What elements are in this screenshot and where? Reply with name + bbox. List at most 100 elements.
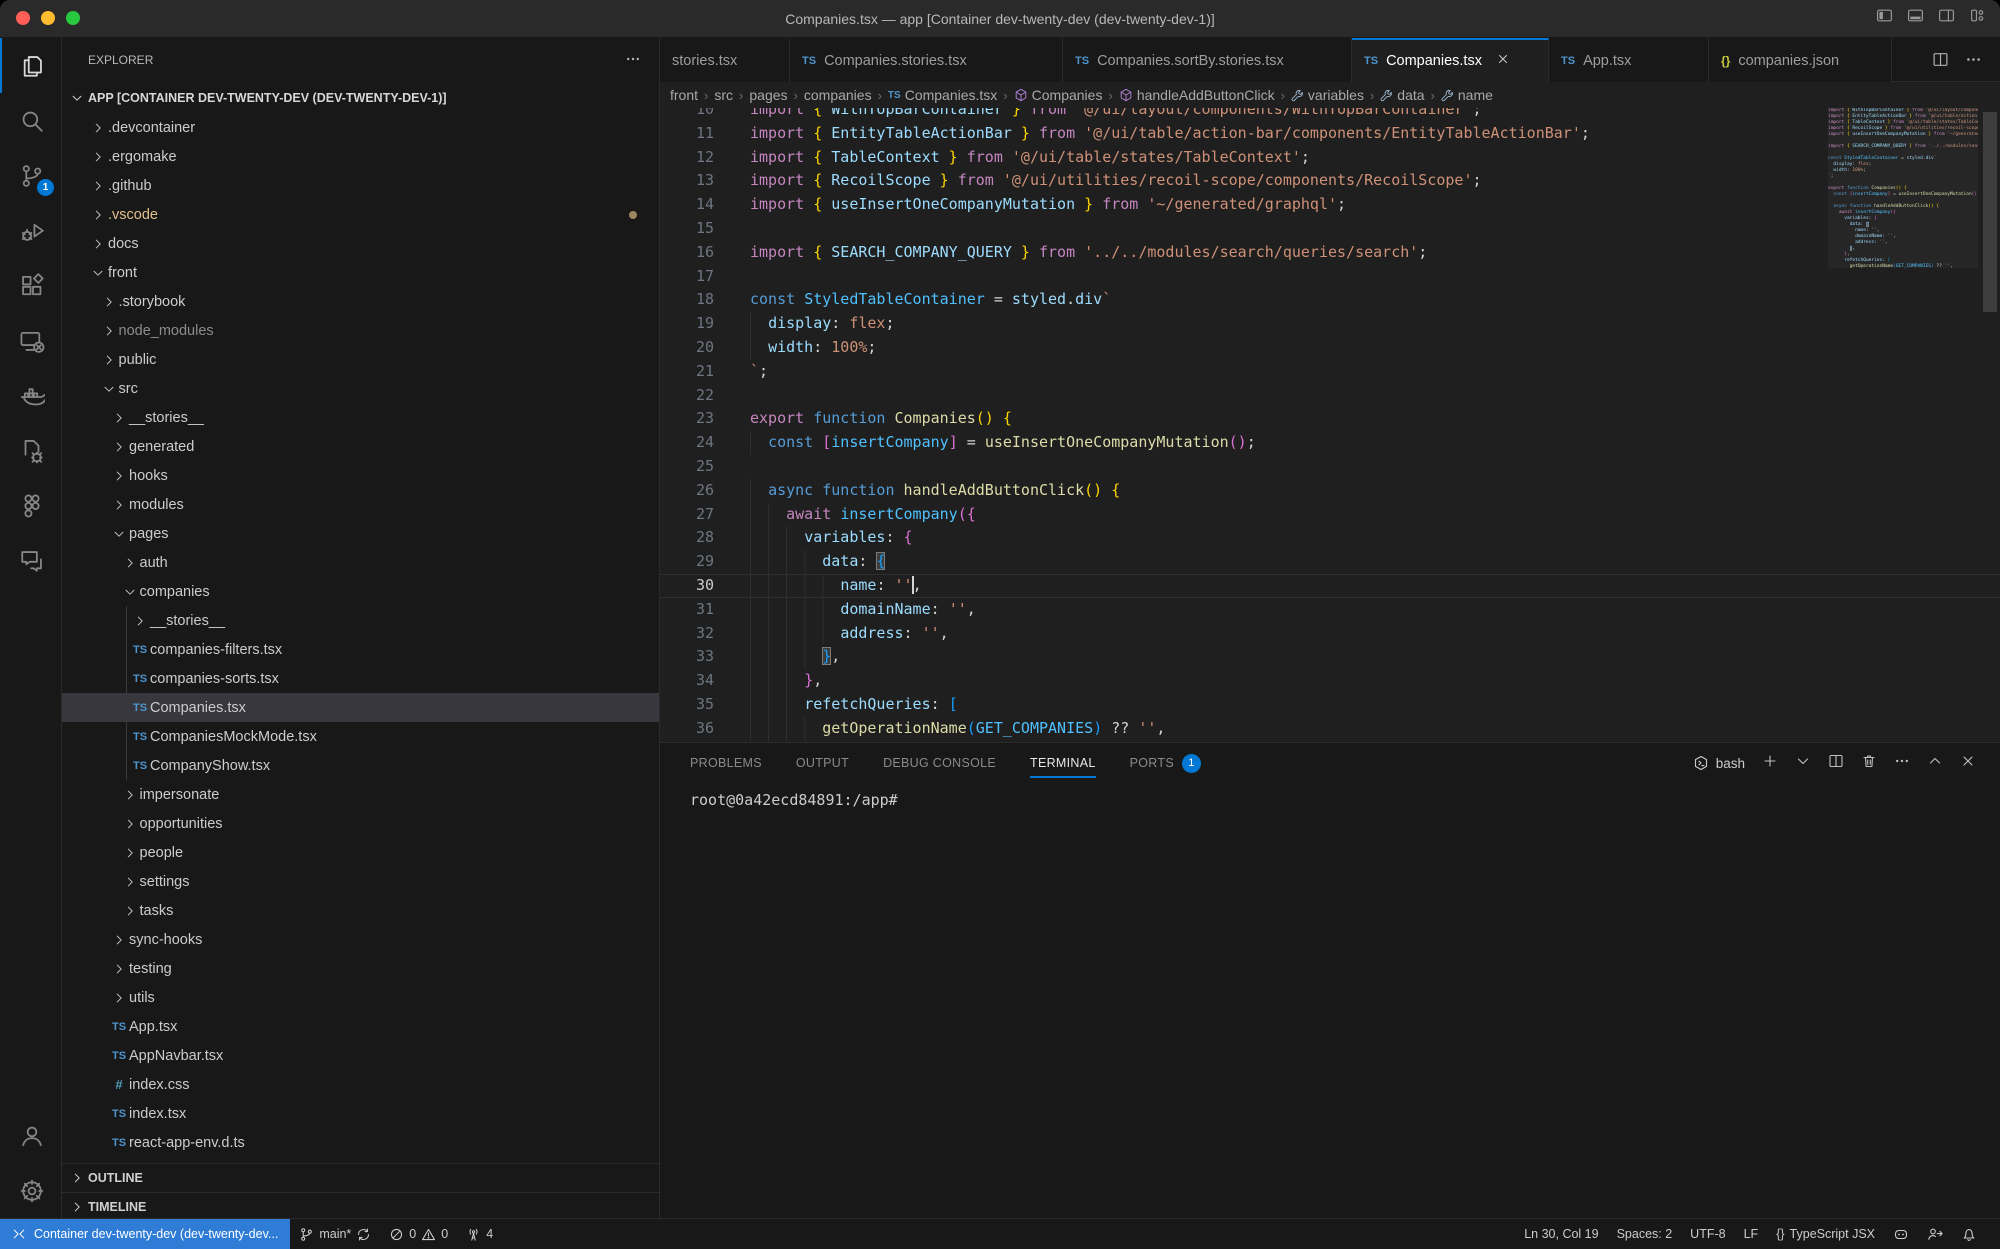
- panel-action-close-panel[interactable]: [1960, 753, 1976, 774]
- breadcrumb-item-pages[interactable]: ›pages: [737, 87, 788, 103]
- activity-docker[interactable]: [0, 368, 62, 423]
- status-cursor-position[interactable]: Ln 30, Col 19: [1515, 1219, 1607, 1249]
- status-eol[interactable]: LF: [1735, 1219, 1768, 1249]
- tree-item-sync-hooks[interactable]: sync-hooks: [62, 925, 659, 954]
- panel-tab-output[interactable]: OUTPUT: [796, 743, 849, 783]
- breadcrumb-item-src[interactable]: ›src: [702, 87, 733, 103]
- status-language-mode[interactable]: {}TypeScript JSX: [1767, 1219, 1884, 1249]
- activity-search[interactable]: [0, 93, 62, 148]
- activity-source-control[interactable]: 1: [0, 148, 62, 203]
- activity-settings[interactable]: [0, 1163, 62, 1218]
- activity-container-config[interactable]: [0, 423, 62, 478]
- tab-Companies.sortBy.stories.tsx[interactable]: TSCompanies.sortBy.stories.tsx: [1063, 38, 1352, 82]
- breadcrumb-item-data[interactable]: ›data: [1368, 87, 1425, 103]
- tree-item-pages[interactable]: pages: [62, 519, 659, 548]
- tab-Companies.stories.tsx[interactable]: TSCompanies.stories.tsx: [790, 38, 1063, 82]
- tree-item-impersonate[interactable]: impersonate: [62, 780, 659, 809]
- layout-customize-icon[interactable]: [1969, 7, 1986, 24]
- breadcrumb-item-name[interactable]: ›name: [1429, 87, 1493, 103]
- tree-item-react-app-env.d.ts[interactable]: TSreact-app-env.d.ts: [62, 1128, 659, 1157]
- tree-item-hooks[interactable]: hooks: [62, 461, 659, 490]
- status-copilot[interactable]: [1884, 1219, 1918, 1249]
- tree-item-__stories__[interactable]: __stories__: [62, 606, 659, 635]
- tab-stories.tsx[interactable]: stories.tsx: [660, 38, 790, 82]
- tree-item-modules[interactable]: modules: [62, 490, 659, 519]
- activity-comments[interactable]: [0, 533, 62, 588]
- tree-item-companies-sorts.tsx[interactable]: TScompanies-sorts.tsx: [62, 664, 659, 693]
- tree-item-opportunities[interactable]: opportunities: [62, 809, 659, 838]
- editor-scrollbar[interactable]: [1980, 108, 2000, 742]
- panel-action-kill-terminal[interactable]: [1861, 753, 1877, 774]
- status-encoding[interactable]: UTF-8: [1681, 1219, 1734, 1249]
- panel-action-more-actions[interactable]: [1894, 753, 1910, 774]
- code-editor[interactable]: 10import { WithTopBarContainer } from '@…: [660, 108, 2000, 742]
- remote-indicator[interactable]: Container dev-twenty-dev (dev-twenty-dev…: [0, 1219, 290, 1249]
- breadcrumb-item-variables[interactable]: ›variables: [1279, 87, 1364, 103]
- status-indentation[interactable]: Spaces: 2: [1608, 1219, 1682, 1249]
- tree-item-index.css[interactable]: #index.css: [62, 1070, 659, 1099]
- minimap[interactable]: import { WithTopBarContainer } from '@/u…: [1828, 108, 1978, 742]
- tree-item-utils[interactable]: utils: [62, 983, 659, 1012]
- tree-item-.github[interactable]: .github: [62, 171, 659, 200]
- layout-sidebar-left-icon[interactable]: [1876, 7, 1893, 24]
- panel-action-maximize-panel[interactable]: [1927, 753, 1943, 774]
- panel-tab-terminal[interactable]: TERMINAL: [1030, 743, 1096, 783]
- terminal-content[interactable]: root@0a42ecd84891:/app#: [690, 791, 898, 809]
- tree-item-index.tsx[interactable]: TSindex.tsx: [62, 1099, 659, 1128]
- tree-item-front[interactable]: front: [62, 258, 659, 287]
- activity-accounts[interactable]: [0, 1108, 62, 1163]
- breadcrumb-item-companies[interactable]: ›companies: [792, 87, 872, 103]
- tab-Companies.tsx[interactable]: TSCompanies.tsx: [1352, 38, 1549, 83]
- panel-tab-ports[interactable]: PORTS1: [1130, 743, 1201, 783]
- tree-item-auth[interactable]: auth: [62, 548, 659, 577]
- activity-run-debug[interactable]: [0, 203, 62, 258]
- tree-item-companies-filters.tsx[interactable]: TScompanies-filters.tsx: [62, 635, 659, 664]
- tab-companies.json[interactable]: {}companies.json: [1709, 38, 1892, 82]
- workspace-section-header[interactable]: APP [CONTAINER DEV-TWENTY-DEV (DEV-TWENT…: [62, 83, 659, 112]
- tree-item-testing[interactable]: testing: [62, 954, 659, 983]
- tree-item-settings[interactable]: settings: [62, 867, 659, 896]
- panel-tab-debug-console[interactable]: DEBUG CONSOLE: [883, 743, 996, 783]
- ellipsis-icon[interactable]: [625, 51, 641, 67]
- tree-item-AppNavbar.tsx[interactable]: TSAppNavbar.tsx: [62, 1041, 659, 1070]
- breadcrumb-item-Companies.tsx[interactable]: ›TSCompanies.tsx: [876, 87, 998, 103]
- panel-action-new-terminal[interactable]: [1762, 753, 1778, 774]
- panel-action-terminal-picker[interactable]: [1795, 753, 1811, 774]
- scrollbar-thumb[interactable]: [1983, 112, 1997, 312]
- tree-item-tasks[interactable]: tasks: [62, 896, 659, 925]
- tree-item-.devcontainer[interactable]: .devcontainer: [62, 113, 659, 142]
- shell-selector[interactable]: bash: [1693, 755, 1745, 771]
- tree-item-__stories__[interactable]: __stories__: [62, 403, 659, 432]
- activity-figma[interactable]: [0, 478, 62, 533]
- status-feedback[interactable]: [1918, 1219, 1952, 1249]
- layout-panel-icon[interactable]: [1907, 7, 1924, 24]
- panel-action-split-terminal[interactable]: [1828, 753, 1844, 774]
- tree-item-node_modules[interactable]: node_modules: [62, 316, 659, 345]
- activity-explorer[interactable]: [0, 38, 62, 93]
- breadcrumb-item-Companies[interactable]: ›Companies: [1001, 87, 1102, 103]
- ellipsis-icon[interactable]: [1965, 51, 1982, 68]
- outline-section[interactable]: OUTLINE: [62, 1163, 659, 1192]
- tree-item-docs[interactable]: docs: [62, 229, 659, 258]
- activity-extensions[interactable]: [0, 258, 62, 313]
- tree-item-public[interactable]: public: [62, 345, 659, 374]
- tree-item-.ergomake[interactable]: .ergomake: [62, 142, 659, 171]
- status-notifications[interactable]: [1952, 1219, 1986, 1249]
- breadcrumb-item-handleAddButtonClick[interactable]: ›handleAddButtonClick: [1106, 87, 1274, 103]
- tree-item-src[interactable]: src: [62, 374, 659, 403]
- tree-item-companies[interactable]: companies: [62, 577, 659, 606]
- forwarded-ports-status[interactable]: 4: [457, 1219, 502, 1249]
- tree-item-CompanyShow.tsx[interactable]: TSCompanyShow.tsx: [62, 751, 659, 780]
- panel-tab-problems[interactable]: PROBLEMS: [690, 743, 762, 783]
- tree-item-App.tsx[interactable]: TSApp.tsx: [62, 1012, 659, 1041]
- tree-item-Companies.tsx[interactable]: TSCompanies.tsx: [62, 693, 659, 722]
- layout-sidebar-right-icon[interactable]: [1938, 7, 1955, 24]
- tree-item-.vscode[interactable]: .vscode: [62, 200, 659, 229]
- activity-remote-explorer[interactable]: [0, 313, 62, 368]
- close-tab-button[interactable]: [1496, 52, 1510, 70]
- breadcrumb-item-front[interactable]: front: [670, 87, 698, 103]
- tree-item-CompaniesMockMode.tsx[interactable]: TSCompaniesMockMode.tsx: [62, 722, 659, 751]
- problems-status[interactable]: 00: [380, 1219, 457, 1249]
- tree-item-.storybook[interactable]: .storybook: [62, 287, 659, 316]
- tree-item-people[interactable]: people: [62, 838, 659, 867]
